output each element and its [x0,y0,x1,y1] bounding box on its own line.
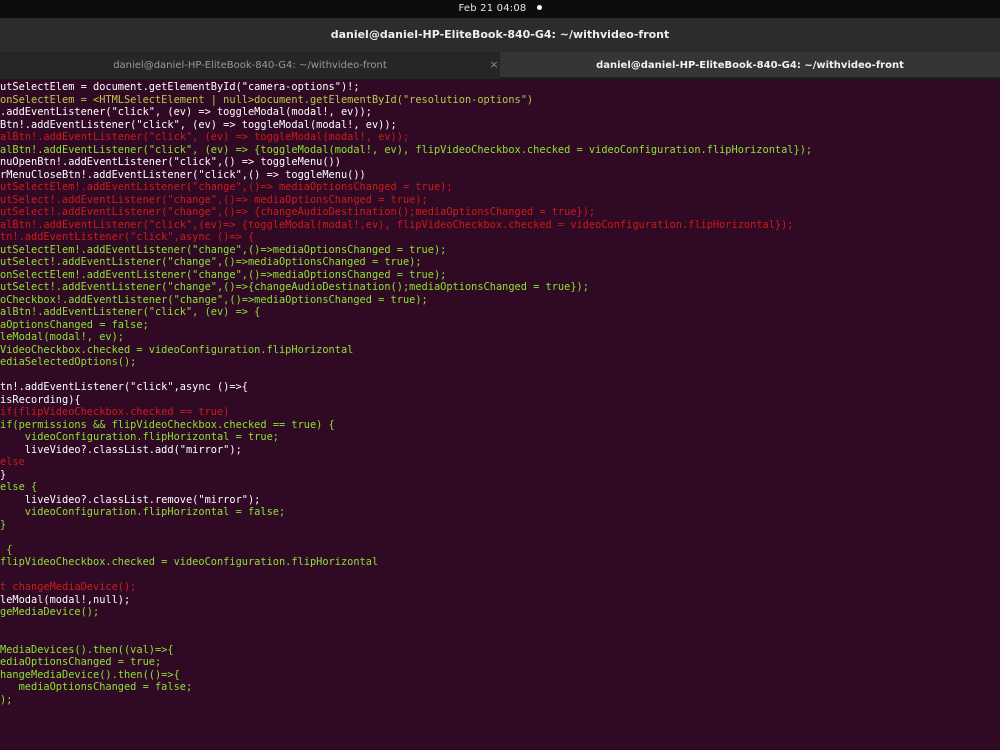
terminal-tab-bar: daniel@daniel-HP-EliteBook-840-G4: ~/wit… [0,52,1000,80]
terminal-line: if(permissions && flipVideoCheckbox.chec… [0,418,335,431]
terminal-line: alBtn!.addEventListener("click", (ev) =>… [0,306,261,318]
terminal-line: liveVideo?.classList.add("mirror"); [0,443,242,456]
terminal-line: videoConfiguration.flipHorizontal = fals… [0,506,286,518]
window-title: daniel@daniel-HP-EliteBook-840-G4: ~/wit… [330,28,670,41]
terminal-line: flipVideoCheckbox.checked = videoConfigu… [0,556,379,568]
clock[interactable]: Feb 21 04:08 [0,0,1000,18]
tab-label: daniel@daniel-HP-EliteBook-840-G4: ~/wit… [113,60,387,71]
terminal-line: aOptionsChanged = false; [0,318,149,331]
terminal-line: { [0,543,13,556]
terminal-line: oCheckbox!.addEventListener("change",()=… [0,293,428,306]
terminal-line: rMenuCloseBtn!.addEventListener("click",… [0,168,366,181]
terminal-line: ); [0,693,13,706]
terminal-line: t changeMediaDevice(); [0,581,137,593]
terminal-line: alBtn!.addEventListener("click", (ev) =>… [0,143,813,156]
terminal-line: leModal(modal!,null); [0,593,131,606]
system-top-bar: Feb 21 04:08 [0,0,1000,18]
tab-terminal-1[interactable]: daniel@daniel-HP-EliteBook-840-G4: ~/wit… [0,52,500,79]
tab-label: daniel@daniel-HP-EliteBook-840-G4: ~/wit… [596,60,904,71]
terminal-line: VideoCheckbox.checked = videoConfigurati… [0,343,354,356]
notification-dot-icon [536,4,542,10]
terminal-line: utSelect!.addEventListener("change",()=>… [0,256,422,268]
terminal-line: } [0,518,7,531]
terminal-line: hangeMediaDevice().then(()=>{ [0,668,180,681]
terminal-line: leModal(modal!, ev); [0,331,124,343]
terminal-line: nuOpenBtn!.addEventListener("click",() =… [0,156,341,168]
terminal-line: MediaDevices().then((val)=>{ [0,643,174,656]
clock-datetime: Feb 21 04:08 [458,3,527,14]
terminal-output[interactable]: utSelectElem = document.getElementById("… [0,80,1000,750]
terminal-line: else { [0,481,38,493]
terminal-line: utSelect!.addEventListener("change",()=>… [0,193,428,206]
tab-terminal-2[interactable]: daniel@daniel-HP-EliteBook-840-G4: ~/wit… [500,52,1000,79]
terminal-line: onSelectElem!.addEventListener("change",… [0,268,447,281]
terminal-text: utSelectElem = document.getElementById("… [0,81,812,706]
terminal-line: geMediaDevice(); [0,606,100,618]
terminal-line: ediaSelectedOptions(); [0,356,137,368]
terminal-line: else [0,456,25,468]
terminal-line: liveVideo?.classList.remove("mirror"); [0,493,261,506]
terminal-line: utSelectElem = document.getElementById("… [0,81,360,93]
terminal-line: mediaOptionsChanged = false; [0,681,193,693]
window-titlebar[interactable]: daniel@daniel-HP-EliteBook-840-G4: ~/wit… [0,18,1000,52]
terminal-line: videoConfiguration.flipHorizontal = true… [0,431,279,443]
terminal-line: onSelectElem = <HTMLSelectElement | null… [0,93,534,106]
terminal-line: isRecording){ [0,393,81,406]
terminal-line: utSelect!.addEventListener("change",()=>… [0,281,589,293]
terminal-line: tn!.addEventListener("click",async ()=>{ [0,381,248,393]
terminal-line: utSelectElem!.addEventListener("change",… [0,181,453,193]
terminal-line: alBtn!.addEventListener("click", (ev) =>… [0,131,410,143]
terminal-line: Btn!.addEventListener("click", (ev) => t… [0,118,397,131]
terminal-line: ediaOptionsChanged = true; [0,656,162,668]
terminal-line: tn!.addEventListener("click",async ()=> … [0,231,255,243]
terminal-line: utSelect!.addEventListener("change",()=>… [0,206,596,218]
terminal-line: .addEventListener("click", (ev) => toggl… [0,106,372,118]
terminal-line: } [0,468,7,481]
terminal-line: utSelectElem!.addEventListener("change",… [0,243,447,256]
terminal-line: if(flipVideoCheckbox.checked == true) [0,406,230,418]
terminal-line: alBtn!.addEventListener("click",(ev)=> {… [0,218,794,231]
tab-close-icon[interactable]: × [487,52,501,79]
